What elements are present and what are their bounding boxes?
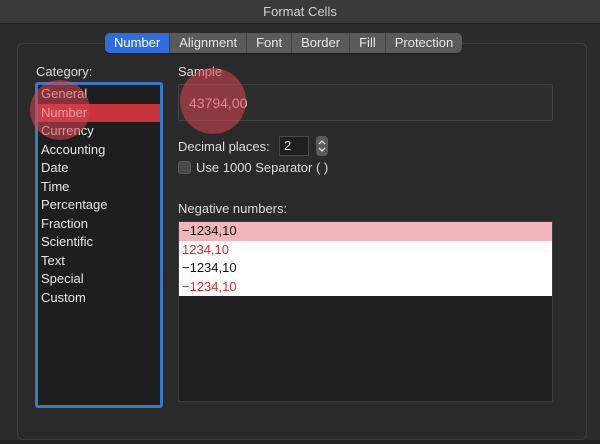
negative-numbers-label: Negative numbers: <box>178 201 288 216</box>
window-bottom-edge <box>0 440 600 444</box>
category-item-general[interactable]: General <box>38 85 160 104</box>
window-title: Format Cells <box>0 0 600 24</box>
format-cells-dialog: Format Cells Number Alignment Font Borde… <box>0 0 600 444</box>
tab-fill[interactable]: Fill <box>350 33 386 53</box>
decimal-places-label: Decimal places: <box>178 139 270 154</box>
category-item-custom[interactable]: Custom <box>38 289 160 308</box>
tab-font[interactable]: Font <box>247 33 293 53</box>
category-list[interactable]: General Number Currency Accounting Date … <box>35 82 163 408</box>
category-item-fraction[interactable]: Fraction <box>38 215 160 234</box>
tab-protection[interactable]: Protection <box>386 33 463 53</box>
negative-format-item[interactable]: −1234,10 <box>179 222 552 241</box>
tab-number[interactable]: Number <box>105 33 171 53</box>
category-item-time[interactable]: Time <box>38 178 160 197</box>
category-item-special[interactable]: Special <box>38 270 160 289</box>
sample-value: 43794,00 <box>189 95 248 111</box>
sample-label: Sample <box>178 64 223 79</box>
category-item-number[interactable]: Number <box>38 103 160 122</box>
category-item-scientific[interactable]: Scientific <box>38 233 160 252</box>
category-item-currency[interactable]: Currency <box>38 122 160 141</box>
category-item-percentage[interactable]: Percentage <box>38 196 160 215</box>
tab-alignment[interactable]: Alignment <box>170 33 248 53</box>
negative-format-item[interactable]: −1234,10 <box>179 259 552 278</box>
category-item-date[interactable]: Date <box>38 159 160 178</box>
category-item-accounting[interactable]: Accounting <box>38 141 160 160</box>
negative-format-item[interactable]: 1234,10 <box>179 240 552 259</box>
use-1000-separator-checkbox[interactable] <box>178 161 191 174</box>
category-item-text[interactable]: Text <box>38 252 160 271</box>
tab-bar: Number Alignment Font Border Fill Protec… <box>105 33 463 53</box>
negative-format-item[interactable]: −1234,10 <box>179 277 552 296</box>
stepper-arrows-icon <box>318 140 326 152</box>
negative-numbers-list[interactable]: −1234,10 1234,10 −1234,10 −1234,10 <box>178 221 553 402</box>
decimal-places-stepper[interactable] <box>316 136 328 156</box>
category-label: Category: <box>36 64 93 79</box>
decimal-places-input[interactable]: 2 <box>279 136 309 156</box>
use-1000-separator-label: Use 1000 Separator ( ) <box>196 160 329 175</box>
sample-preview: 43794,00 <box>178 84 553 121</box>
tab-border[interactable]: Border <box>292 33 351 53</box>
